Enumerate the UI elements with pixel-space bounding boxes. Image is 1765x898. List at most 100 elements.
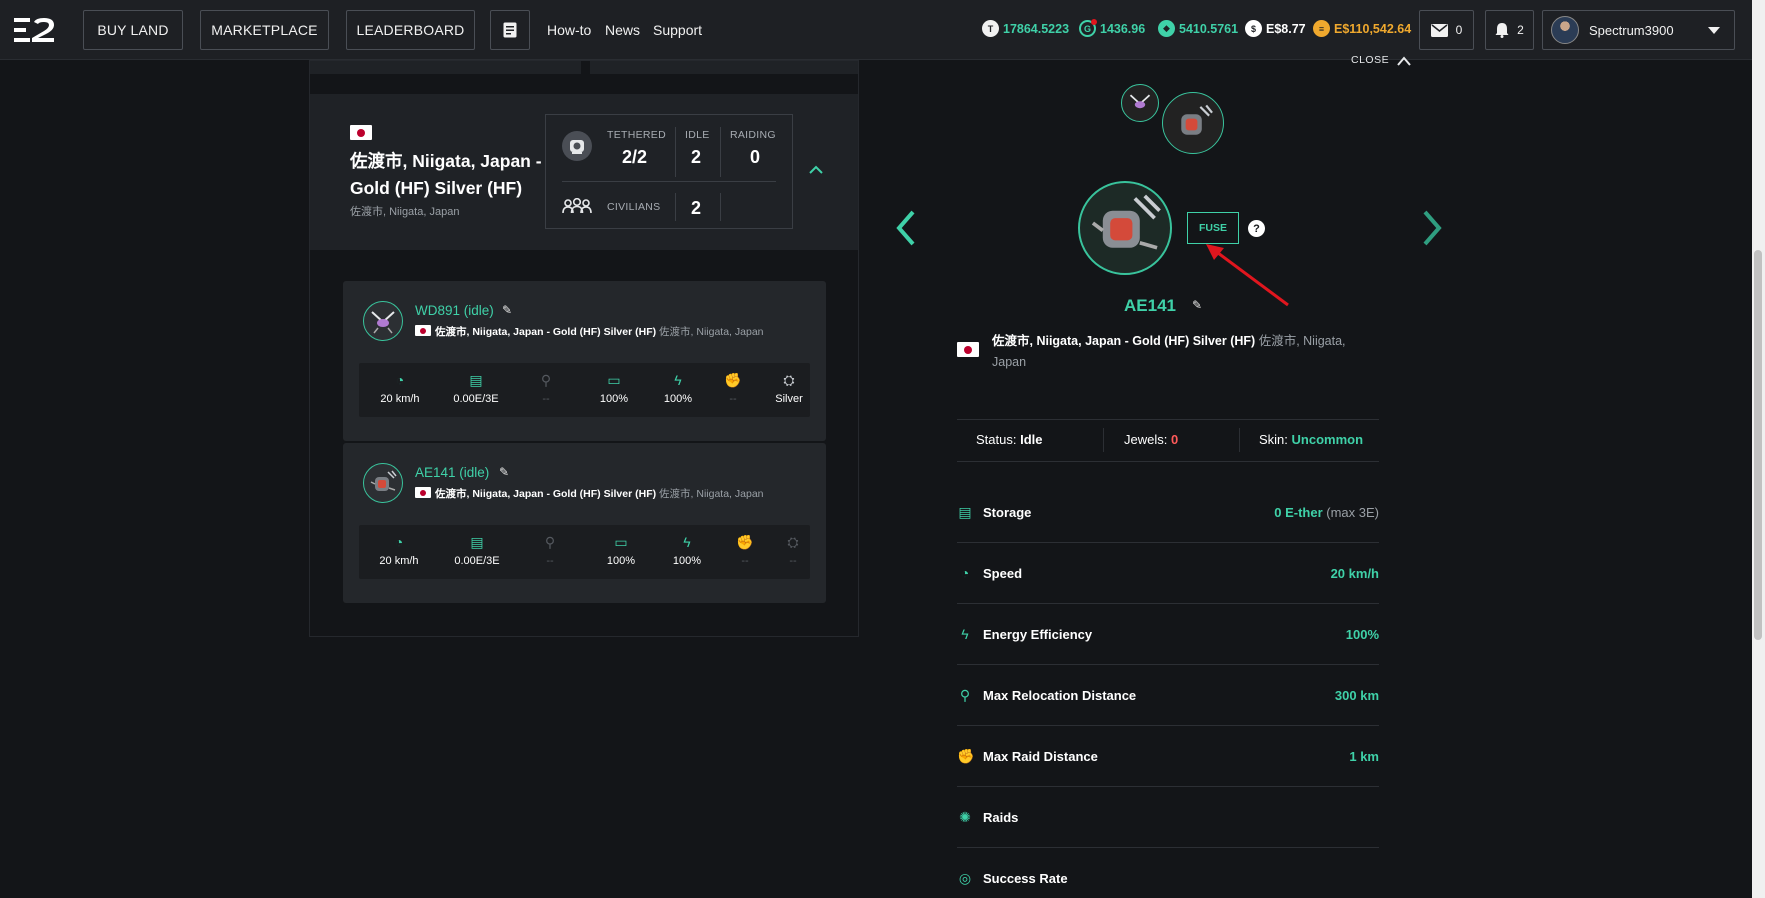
unit-battery-value: 100%: [606, 555, 636, 567]
skin-label: Skin:: [1259, 432, 1288, 447]
storage-icon: ▤: [470, 534, 484, 550]
japan-flag-icon: [415, 325, 431, 336]
news-link[interactable]: News: [605, 22, 640, 38]
balance-g[interactable]: G 1436.96: [1079, 19, 1145, 37]
battery-icon: ▭: [614, 534, 628, 550]
speedometer-icon: ◔: [394, 534, 404, 550]
unit-skin: ⛭ Silver: [754, 371, 824, 405]
selected-robot-image: [1078, 181, 1172, 275]
fuse-robot-thumbnail[interactable]: [1162, 92, 1224, 154]
notifications-button[interactable]: 2: [1485, 10, 1534, 50]
property-value: 20 km/h: [1330, 566, 1379, 581]
balance-t-value: 17864.5223: [1003, 21, 1070, 36]
unit-efficiency-value: 100%: [672, 555, 702, 567]
e2-logo[interactable]: [14, 15, 56, 45]
drone-unit-icon: [1129, 94, 1151, 109]
edit-pencil-icon[interactable]: ✎: [499, 465, 509, 479]
document-icon: [503, 22, 517, 38]
unit-relocation: ⚲ --: [515, 533, 585, 567]
japan-flag-icon: [957, 342, 979, 357]
property-label: Raids: [983, 810, 1019, 825]
edit-pencil-icon[interactable]: ✎: [1192, 298, 1202, 312]
unit-card[interactable]: AE141 (idle) ✎ 佐渡市, Niigata, Japan - Gol…: [343, 443, 826, 603]
property-label: Energy Efficiency: [983, 627, 1093, 642]
leaderboard-button[interactable]: LEADERBOARD: [346, 10, 475, 50]
land-subtitle: 佐渡市, Niigata, Japan: [350, 206, 460, 218]
chevron-up-icon[interactable]: [809, 165, 823, 174]
raiding-label: RAIDING: [730, 129, 776, 141]
support-link[interactable]: Support: [653, 22, 702, 38]
storage-icon: ▤: [469, 372, 483, 388]
status-label: Status:: [976, 432, 1017, 447]
location-pin-icon: ⚲: [544, 534, 556, 550]
skin-value: Uncommon: [1291, 432, 1364, 447]
property-value: 0 E-ther (max 3E): [1274, 505, 1379, 520]
unit-name-link[interactable]: WD891 (idle): [415, 303, 494, 318]
fuse-help-icon[interactable]: ?: [1248, 220, 1265, 237]
raiding-value: 0: [750, 147, 761, 167]
tethered-robot-icon: [562, 131, 592, 161]
tethered-label: TETHERED: [607, 129, 666, 141]
balance-dollar-value: E$8.77: [1266, 21, 1306, 36]
balance-t[interactable]: T 17864.5223: [982, 20, 1069, 37]
status-value: Idle: [1020, 432, 1043, 447]
fuse-drone-thumbnail[interactable]: [1121, 84, 1159, 122]
property-label: Success Rate: [983, 871, 1068, 886]
mail-button[interactable]: 0: [1419, 10, 1474, 50]
document-button[interactable]: [490, 10, 530, 50]
energy-efficiency-icon: ϟ: [961, 626, 969, 642]
divider: [957, 664, 1379, 665]
tethered-value: 2/2: [622, 147, 648, 167]
divider: [957, 847, 1379, 848]
robot-skin: Skin: Uncommon: [1259, 432, 1363, 447]
property-label: Speed: [983, 566, 1023, 581]
unit-location: 佐渡市, Niigata, Japan - Gold (HF) Silver (…: [415, 324, 764, 339]
robot-jewels: Jewels: 0: [1124, 432, 1178, 447]
divider: [957, 419, 1379, 420]
g-token-icon: G: [1079, 19, 1097, 37]
unit-location-main: 佐渡市, Niigata, Japan - Gold (HF) Silver (…: [435, 488, 657, 500]
jewels-value: 0: [1170, 432, 1179, 447]
land-stats-box: TETHERED 2/2 IDLE 2 RAIDING 0 CIVILIANS …: [545, 114, 793, 229]
unit-storage-value: 0.00E/3E: [453, 393, 499, 405]
storage-value: 0 E-ther: [1274, 505, 1323, 520]
robot-unit-icon: [370, 470, 397, 491]
idle-value: 2: [691, 147, 702, 167]
unit-location-sub: 佐渡市, Niigata, Japan: [659, 326, 764, 338]
location-pin-icon: ⚲: [540, 372, 552, 388]
divider: [675, 127, 676, 177]
page-scrollbar-thumb[interactable]: [1754, 250, 1762, 640]
property-value: 100%: [1345, 627, 1379, 642]
divider: [957, 461, 1379, 462]
property-value: 300 km: [1334, 688, 1379, 703]
next-unit-arrow-icon[interactable]: [1419, 208, 1445, 248]
previous-unit-arrow-icon[interactable]: [893, 208, 919, 248]
balance-dollar[interactable]: $ E$8.77: [1245, 20, 1306, 37]
skin-icon: ⛭: [783, 372, 795, 388]
user-menu[interactable]: Spectrum3900: [1542, 10, 1735, 50]
unit-name-link[interactable]: AE141 (idle): [415, 465, 489, 480]
unit-storage-value: 0.00E/3E: [454, 555, 500, 567]
storage-icon: ▤: [958, 504, 972, 520]
unit-stats-strip: ◔ 20 km/h ▤ 0.00E/3E ⚲ -- ▭ 100% ϟ 100% ✊ -- ⛭…: [359, 525, 810, 579]
marketplace-button[interactable]: MARKETPLACE: [200, 10, 329, 50]
balance-e[interactable]: ◆ 5410.5761: [1158, 20, 1238, 37]
civilians-icon: [562, 198, 592, 214]
annotation-arrow-icon: [1206, 244, 1289, 307]
buy-land-button[interactable]: BUY LAND: [83, 10, 183, 50]
unit-skin: ⛭ --: [758, 533, 828, 567]
chevron-down-icon: [1708, 27, 1720, 34]
unit-avatar: [363, 301, 403, 341]
howto-link[interactable]: How-to: [547, 22, 591, 38]
close-chevron-icon: [1397, 56, 1411, 66]
property-label: Max Relocation Distance: [983, 688, 1137, 703]
unit-battery: ▭ 100%: [586, 533, 656, 567]
unit-card[interactable]: WD891 (idle) ✎ 佐渡市, Niigata, Japan - Gol…: [343, 281, 826, 441]
t-token-icon: T: [982, 20, 999, 37]
edit-pencil-icon[interactable]: ✎: [502, 303, 512, 317]
divider: [957, 786, 1379, 787]
divider: [675, 193, 676, 221]
civilians-value: 2: [691, 198, 702, 218]
balance-ether-dollar[interactable]: ≡ E$110,542.64: [1313, 20, 1411, 37]
close-button[interactable]: CLOSE: [1351, 54, 1411, 66]
